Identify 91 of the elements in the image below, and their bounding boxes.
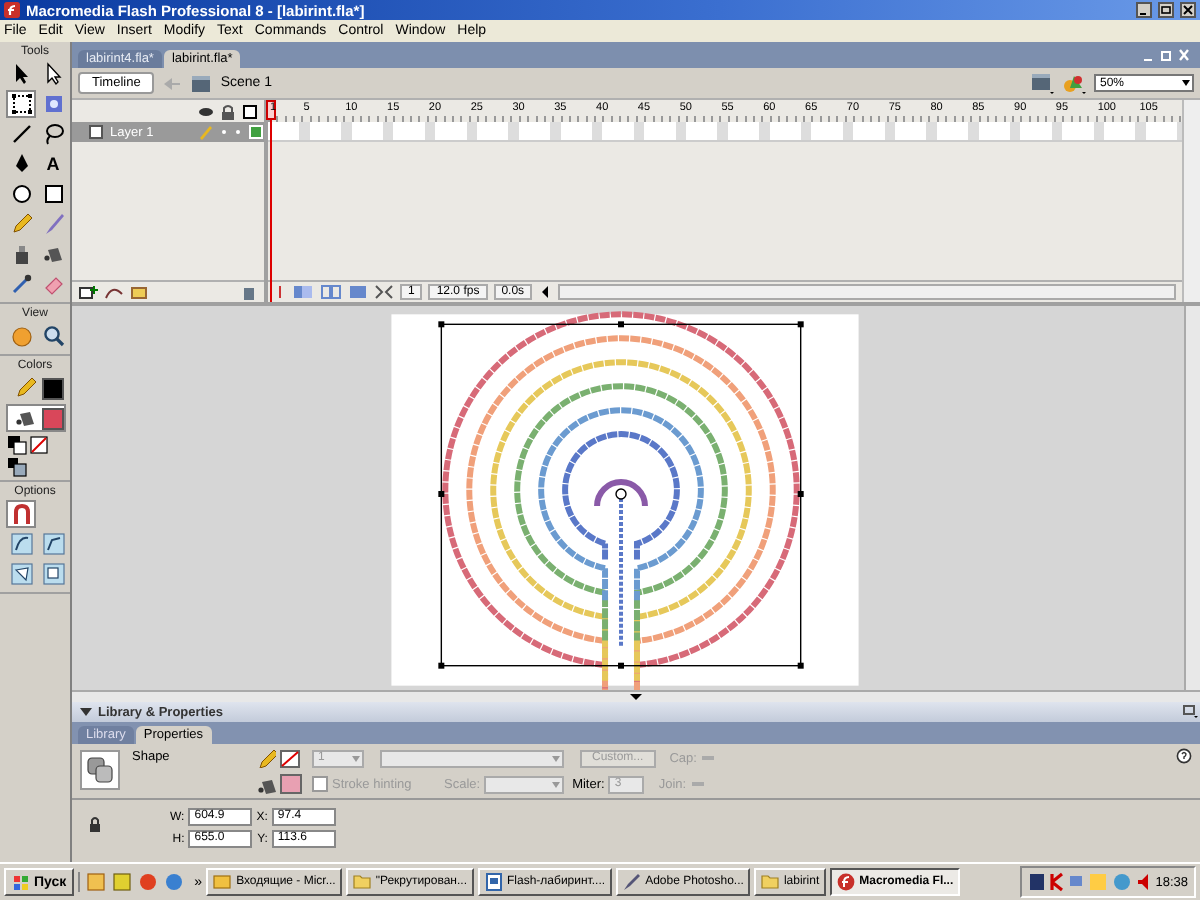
guide-layer-icon[interactable] — [104, 284, 124, 300]
windows-flag-icon — [12, 873, 30, 891]
keyboard-layout-icon[interactable] — [1027, 872, 1046, 892]
vertical-scrollbar[interactable] — [1182, 100, 1200, 302]
onion-skin-icon[interactable] — [292, 284, 314, 300]
envelope-icon — [212, 872, 233, 892]
edit-frames-icon[interactable] — [348, 284, 368, 300]
folder-icon — [759, 872, 780, 892]
lasso-icon — [41, 122, 65, 146]
trash-icon[interactable] — [240, 283, 258, 301]
lock-icon[interactable] — [88, 815, 102, 833]
layer-page-icon — [88, 124, 104, 140]
eyedropper-icon — [9, 272, 33, 296]
rotate-icon — [9, 562, 33, 586]
swap-colors-tool-button[interactable] — [6, 456, 26, 476]
insert-layer-icon[interactable] — [78, 284, 98, 300]
document-icon — [483, 872, 503, 892]
smooth-tool-button[interactable] — [6, 530, 36, 558]
panel-options-icon[interactable] — [1182, 704, 1200, 720]
default-colors-icon — [5, 433, 27, 455]
scroll-left-icon[interactable] — [538, 284, 553, 300]
pencil-icon — [14, 376, 38, 400]
circle-icon — [9, 182, 33, 206]
dropdown-arrow-icon — [350, 751, 362, 765]
outline-color-icon — [248, 124, 264, 140]
magnet-tool-button[interactable] — [6, 500, 36, 528]
playhead-marker[interactable] — [266, 100, 276, 302]
flash-logo-icon — [4, 2, 20, 18]
transform-tool-button[interactable] — [6, 90, 36, 118]
horizontal-scrollbar[interactable] — [558, 284, 1176, 300]
app-launch-icon[interactable] — [138, 872, 159, 892]
transform-icon — [9, 92, 33, 116]
hollow-pointer-icon — [41, 62, 65, 86]
fill-color-swatch[interactable] — [280, 774, 302, 794]
pencil-icon — [198, 124, 214, 140]
speaker-icon[interactable] — [1135, 872, 1152, 892]
folder-icon — [351, 872, 372, 892]
straighten-icon — [41, 532, 65, 556]
magnet-icon — [9, 502, 33, 526]
clapperboard-icon — [190, 73, 213, 93]
hand-icon — [9, 324, 33, 348]
restore-button[interactable] — [1158, 2, 1174, 18]
no-color-tool-button[interactable] — [28, 434, 48, 454]
flash-logo-icon — [835, 872, 856, 892]
back-arrow-icon — [162, 75, 183, 91]
globe-icon[interactable] — [164, 872, 185, 892]
edit-scene-icon[interactable] — [1030, 72, 1054, 94]
help-icon[interactable] — [1176, 748, 1192, 764]
line-icon — [9, 122, 33, 146]
dropdown-arrow-icon — [1180, 76, 1192, 90]
onion-outlines-icon[interactable] — [320, 284, 342, 300]
bucket-icon — [256, 774, 276, 794]
pencil-icon — [256, 748, 276, 768]
swap-colors-icon — [5, 455, 27, 477]
brush-icon — [621, 872, 642, 892]
scale-icon — [41, 562, 65, 586]
eraser-icon — [41, 272, 65, 296]
gradient-square-icon — [41, 92, 65, 116]
bucket-icon — [14, 406, 38, 430]
outline-square-icon — [242, 103, 258, 119]
onion-markers-icon[interactable] — [374, 284, 394, 300]
collapse-arrow-icon[interactable] — [628, 692, 644, 702]
center-frame-icon[interactable] — [274, 284, 286, 300]
magnifier-icon — [41, 324, 65, 348]
edit-symbols-icon[interactable] — [1062, 72, 1086, 94]
pencil-icon — [9, 212, 33, 236]
vertical-scrollbar[interactable] — [1184, 306, 1200, 690]
no-stroke-swatch[interactable] — [280, 749, 300, 767]
dot-icon — [220, 128, 228, 136]
default-colors-tool-button[interactable] — [6, 434, 26, 454]
close-button[interactable] — [1180, 2, 1196, 18]
tray-app-icon[interactable] — [1049, 872, 1064, 892]
rotate-tool-button[interactable] — [6, 560, 36, 588]
square-icon — [41, 182, 65, 206]
lock-icon — [220, 103, 236, 119]
dot-icon — [234, 128, 242, 136]
eye-icon — [198, 103, 214, 119]
no-color-icon — [27, 433, 49, 455]
minimize-button[interactable] — [1136, 2, 1152, 18]
horizontal-scrollbar[interactable] — [72, 690, 1200, 702]
straighten-tool-button[interactable] — [38, 530, 68, 558]
smooth-icon — [9, 532, 33, 556]
fill-tool-button[interactable] — [6, 404, 66, 432]
expand-triangle-icon[interactable] — [80, 706, 92, 718]
brush-icon — [41, 212, 65, 236]
network-icon[interactable] — [1067, 872, 1084, 892]
magnifier-tool-button[interactable] — [38, 322, 68, 350]
bucket-icon — [41, 242, 65, 266]
scale-tool-button[interactable] — [38, 560, 68, 588]
text-tool-button[interactable]: A — [38, 150, 68, 178]
folder-icon[interactable] — [130, 284, 150, 300]
